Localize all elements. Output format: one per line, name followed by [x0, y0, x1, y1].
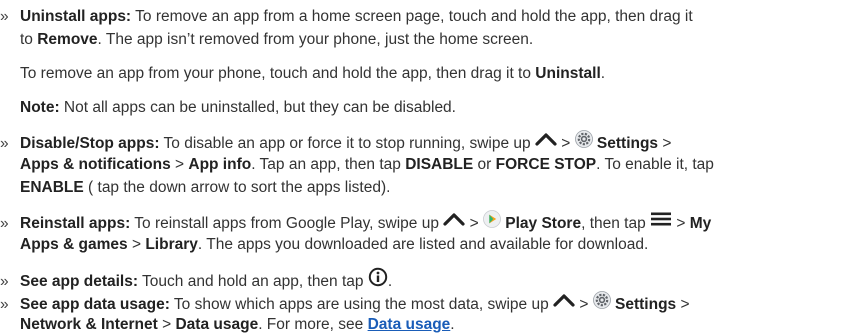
bullet-marker: »	[0, 8, 9, 25]
network-internet-term: Network & Internet	[20, 316, 158, 333]
info-icon	[368, 267, 388, 293]
separator: >	[556, 135, 575, 153]
details-text-1: Touch and hold an app, then tap	[138, 273, 368, 291]
library-term: Library	[145, 236, 198, 253]
my-term: My	[689, 215, 712, 233]
details-text-2: .	[387, 273, 393, 291]
force-stop-term: FORCE STOP	[495, 156, 597, 173]
separator: >	[575, 296, 593, 314]
uninstall-text-2b: . The app isn’t removed from your phone,…	[97, 31, 534, 48]
app-info-term: App info	[188, 156, 252, 173]
data-usage-link[interactable]: Data usage	[368, 316, 451, 333]
settings-gear-icon	[592, 291, 611, 315]
uninstall-label: Uninstall apps:	[20, 8, 132, 25]
disable-text-3: . To enable it, tap	[596, 156, 714, 173]
uninstall-p2-text: To remove an app from your phone, touch …	[20, 65, 536, 82]
usage-text-3: .	[450, 316, 455, 333]
uninstall-text-2a: to	[20, 31, 38, 48]
usage-label: See app data usage:	[20, 296, 170, 314]
chevron-up-icon	[443, 212, 465, 232]
uninstall-line-1: » Uninstall apps: To remove an app from a…	[0, 7, 693, 27]
uninstall-p2-end: .	[600, 65, 606, 82]
disable-label: Disable/Stop apps:	[20, 135, 160, 153]
chevron-up-icon	[535, 132, 557, 152]
apps-games-term: Apps & games	[20, 236, 128, 253]
reinstall-line-1: » Reinstall apps: To reinstall apps from …	[0, 210, 712, 234]
usage-text-2: . For more, see	[258, 316, 368, 333]
separator: >	[157, 316, 176, 333]
separator: >	[127, 236, 146, 253]
note-line: Note: Not all apps can be uninstalled, b…	[20, 98, 456, 118]
or-text: or	[473, 156, 496, 173]
document-page: » Uninstall apps: To remove an app from a…	[0, 0, 843, 335]
disable-term: DISABLE	[405, 156, 474, 173]
apps-notifications-term: Apps & notifications	[20, 156, 171, 173]
reinstall-text-3: . The apps you downloaded are listed and…	[197, 236, 649, 253]
bullet-marker: »	[0, 273, 9, 291]
reinstall-text-1: To reinstall apps from Google Play, swip…	[130, 215, 444, 233]
menu-icon	[650, 211, 672, 233]
play-store-icon	[483, 210, 501, 234]
usage-line-2: Network & Internet > Data usage. For mor…	[20, 315, 455, 335]
disable-line-1: » Disable/Stop apps: To disable an app or…	[0, 130, 672, 154]
disable-text-1: To disable an app or force it to stop ru…	[159, 135, 535, 153]
remove-term: Remove	[37, 31, 98, 48]
separator: >	[658, 135, 672, 153]
settings-term: Settings	[596, 135, 659, 153]
uninstall-text-1: To remove an app from a home screen page…	[131, 8, 693, 25]
separator: >	[170, 156, 189, 173]
note-text: Not all apps can be uninstalled, but the…	[59, 99, 456, 116]
reinstall-text-2: , then tap	[581, 215, 651, 233]
note-label: Note:	[20, 99, 60, 116]
reinstall-label: Reinstall apps:	[20, 215, 131, 233]
separator: >	[672, 215, 690, 233]
details-line: » See app details: Touch and hold an app,…	[0, 267, 393, 291]
disable-line-3: ENABLE ( tap the down arrow to sort the …	[20, 178, 390, 198]
data-usage-term: Data usage	[175, 316, 259, 333]
bullet-marker: »	[0, 135, 9, 153]
details-label: See app details:	[20, 273, 139, 291]
disable-text-4: ( tap the down arrow to sort the apps li…	[83, 179, 391, 196]
separator: >	[465, 215, 483, 233]
uninstall-line-2: to Remove. The app isn’t removed from yo…	[20, 30, 533, 50]
uninstall-paragraph-2: To remove an app from your phone, touch …	[20, 64, 605, 84]
bullet-marker: »	[0, 215, 9, 233]
chevron-up-icon	[553, 293, 575, 313]
separator: >	[676, 296, 690, 314]
disable-line-2: Apps & notifications > App info. Tap an …	[20, 155, 714, 175]
disable-text-2: . Tap an app, then tap	[251, 156, 406, 173]
settings-term: Settings	[615, 296, 677, 314]
settings-gear-icon	[574, 130, 593, 154]
bullet-marker: »	[0, 296, 9, 314]
usage-line-1: » See app data usage: To show which apps …	[0, 291, 690, 315]
usage-text-1: To show which apps are using the most da…	[169, 296, 554, 314]
play-store-term: Play Store	[505, 215, 582, 233]
reinstall-line-2: Apps & games > Library. The apps you dow…	[20, 235, 648, 255]
enable-term: ENABLE	[20, 179, 84, 196]
uninstall-term: Uninstall	[535, 65, 601, 82]
